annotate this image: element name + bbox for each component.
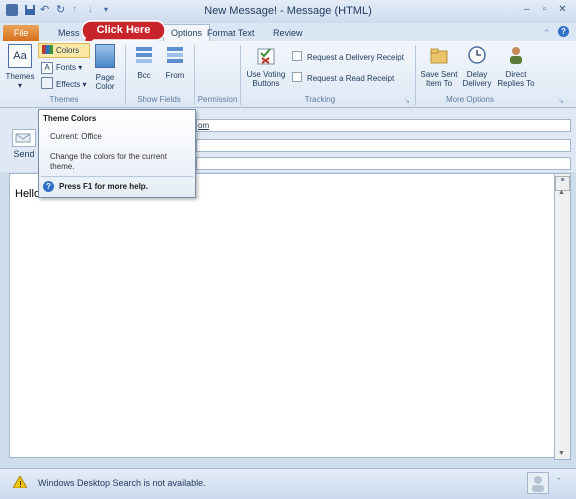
svg-text:!: ! xyxy=(19,480,22,488)
bcc-button[interactable]: Bcc xyxy=(132,44,156,92)
message-body[interactable]: Hello! xyxy=(9,173,556,458)
theme-colors-tooltip: Theme Colors Current: Office Change the … xyxy=(38,109,196,198)
permission-group-label: Permission xyxy=(197,95,238,104)
more-options-group-label: More Options xyxy=(445,95,495,104)
tooltip-description: Change the colors for the current theme. xyxy=(50,152,167,171)
colors-label: Colors xyxy=(56,46,80,55)
status-message: Windows Desktop Search is not available. xyxy=(38,478,206,488)
delay-delivery-button[interactable]: Delay Delivery xyxy=(460,44,494,94)
folder-icon xyxy=(428,44,450,66)
tracking-group-label: Tracking xyxy=(304,95,336,104)
warning-icon: ! xyxy=(12,475,28,490)
restore-icon[interactable]: ▫ xyxy=(538,4,551,15)
status-bar: ! Windows Desktop Search is not availabl… xyxy=(0,468,576,499)
bcc-icon xyxy=(134,44,154,66)
tab-message[interactable]: Mess xyxy=(58,26,80,40)
to-recipient-text: om xyxy=(198,121,210,130)
vertical-scrollbar[interactable]: ≡ ▲ ▼ xyxy=(554,173,571,460)
group-divider xyxy=(125,45,126,105)
read-receipt-checkbox[interactable]: Request a Read Receipt xyxy=(292,72,412,85)
checkbox-icon xyxy=(292,51,302,61)
page-color-icon xyxy=(95,44,115,68)
tooltip-divider xyxy=(41,176,193,177)
ribbon: Aa Themes ▾ Colors A Fonts ▾ Effects ▾ Pa… xyxy=(0,41,576,108)
save-sent-item-button[interactable]: Save Sent Item To xyxy=(418,44,460,94)
send-icon xyxy=(12,129,36,147)
help-icon: ? xyxy=(43,181,54,192)
delivery-receipt-checkbox[interactable]: Request a Delivery Receipt xyxy=(292,51,417,64)
effects-label: Effects xyxy=(56,80,81,89)
show-fields-group-label: Show Fields xyxy=(137,95,181,104)
tooltip-current-theme: Current: Office xyxy=(50,132,102,141)
themes-icon: Aa xyxy=(8,44,32,68)
from-icon xyxy=(165,44,185,66)
delivery-receipt-label: Request a Delivery Receipt xyxy=(307,53,404,62)
effects-icon xyxy=(41,77,53,89)
fonts-button[interactable]: A Fonts ▾ xyxy=(39,61,89,74)
subject-field[interactable] xyxy=(196,157,571,170)
from-label: From xyxy=(165,71,185,80)
bcc-label: Bcc xyxy=(137,71,151,80)
clock-icon xyxy=(466,44,488,66)
to-field[interactable]: om xyxy=(196,119,571,132)
fonts-label: Fonts xyxy=(56,63,77,72)
group-divider xyxy=(415,45,416,105)
send-label: Send xyxy=(13,149,35,159)
scroll-up-icon[interactable]: ▲ xyxy=(558,189,565,196)
use-voting-buttons-button[interactable]: Use Voting Buttons xyxy=(243,44,289,94)
colors-button[interactable]: Colors xyxy=(38,43,90,58)
fonts-icon: A xyxy=(41,62,53,74)
tab-format-text[interactable]: Format Text xyxy=(207,26,254,40)
checkbox-icon xyxy=(292,72,302,82)
read-receipt-label: Request a Read Receipt xyxy=(307,74,395,83)
themes-button[interactable]: Aa Themes ▾ xyxy=(4,44,36,92)
direct-label: Direct Replies To xyxy=(497,70,535,88)
minimize-icon[interactable]: – xyxy=(520,4,533,15)
tab-review[interactable]: Review xyxy=(273,26,303,40)
voting-label: Use Voting Buttons xyxy=(246,70,286,88)
expand-people-pane-icon[interactable]: ⌃ xyxy=(556,477,562,485)
minimize-ribbon-icon[interactable]: ⌃ xyxy=(543,26,551,40)
person-icon xyxy=(505,44,527,66)
from-button[interactable]: From xyxy=(162,44,188,92)
themes-group-label: Themes xyxy=(49,95,79,104)
window-title: New Message! - Message (HTML) xyxy=(204,5,372,17)
dropdown-arrow-icon: ▾ xyxy=(17,81,22,90)
send-button[interactable]: Send xyxy=(10,117,38,159)
help-icon[interactable]: ? xyxy=(558,26,569,37)
cc-field[interactable] xyxy=(196,139,571,152)
tab-options[interactable]: Options xyxy=(163,24,210,42)
group-divider xyxy=(240,45,241,105)
colors-icon xyxy=(42,45,53,54)
tooltip-title: Theme Colors xyxy=(43,114,97,123)
effects-button[interactable]: Effects ▾ xyxy=(39,77,91,90)
callout-label: Click Here xyxy=(96,24,151,36)
more-options-dialog-launcher-icon[interactable]: ↘ xyxy=(558,97,564,105)
themes-label: Themes xyxy=(5,72,35,81)
tracking-dialog-launcher-icon[interactable]: ↘ xyxy=(404,97,410,105)
page-color-button[interactable]: Page Color xyxy=(90,44,120,92)
people-pane-avatar[interactable] xyxy=(527,472,549,494)
tab-file[interactable]: File xyxy=(3,25,39,41)
save-sent-label: Save Sent Item To xyxy=(420,70,458,88)
close-icon[interactable]: ✕ xyxy=(556,4,569,15)
delay-label: Delay Delivery xyxy=(462,70,492,88)
tooltip-help-text: Press F1 for more help. xyxy=(59,182,148,191)
direct-replies-button[interactable]: Direct Replies To xyxy=(495,44,537,94)
scroll-down-icon[interactable]: ▼ xyxy=(558,450,565,457)
voting-icon xyxy=(255,44,277,66)
page-color-label: Page Color xyxy=(95,73,115,91)
